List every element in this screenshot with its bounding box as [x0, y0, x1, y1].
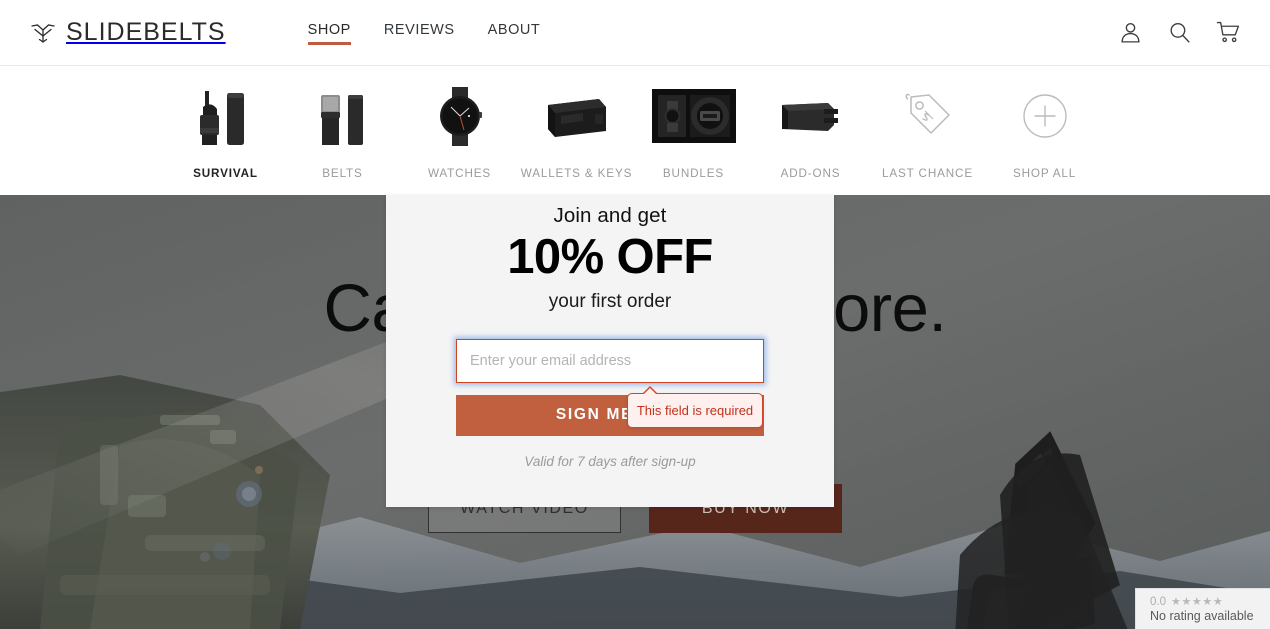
nav-item-about[interactable]: ABOUT [488, 22, 541, 44]
main-nav: SHOP REVIEWS ABOUT [307, 22, 541, 45]
brand-name: SLIDEBELTS [66, 18, 226, 46]
category-label: LAST CHANCE [882, 167, 973, 180]
category-label: SURVIVAL [193, 167, 258, 180]
email-input[interactable] [456, 338, 764, 383]
rating-status-text: No rating available [1150, 609, 1254, 623]
rating-stars-icon: ★★★★★ [1171, 596, 1224, 608]
category-bundles[interactable]: BUNDLES [635, 85, 752, 180]
site-header: SLIDEBELTS SHOP REVIEWS ABOUT [0, 0, 1270, 66]
rating-score-row: 0.0 ★★★★★ [1150, 595, 1270, 609]
category-survival[interactable]: SURVIVAL [167, 85, 284, 180]
modal-fine-print: Valid for 7 days after sign-up [524, 453, 696, 469]
nav-item-reviews[interactable]: REVIEWS [384, 22, 455, 44]
brand-logo[interactable]: SLIDEBELTS [30, 18, 226, 47]
plus-circle-icon [997, 85, 1093, 147]
rating-score: 0.0 [1150, 595, 1166, 608]
category-wallets-keys[interactable]: WALLETS & KEYS [518, 85, 635, 180]
category-label: ADD-ONS [780, 167, 841, 180]
account-icon[interactable] [1118, 20, 1143, 45]
category-label: BUNDLES [662, 167, 725, 180]
rating-widget[interactable]: 0.0 ★★★★★ No rating available [1135, 588, 1270, 629]
wallet-icon [529, 85, 625, 147]
category-last-chance[interactable]: LAST CHANCE [869, 85, 986, 180]
category-label: WALLETS & KEYS [520, 167, 633, 180]
modal-join-text: Join and get [553, 204, 667, 227]
slidebelts-crown-icon [30, 22, 56, 44]
category-watches[interactable]: WATCHES [401, 85, 518, 180]
buckle-icon [763, 85, 859, 147]
belt-icon [295, 85, 391, 147]
search-icon[interactable] [1167, 20, 1192, 45]
bundle-box-icon [646, 85, 742, 147]
category-shop-all[interactable]: SHOP ALL [986, 85, 1103, 180]
category-add-ons[interactable]: ADD-ONS [752, 85, 869, 180]
watch-icon [412, 85, 508, 147]
category-belts[interactable]: BELTS [284, 85, 401, 180]
nav-item-shop[interactable]: SHOP [307, 22, 352, 45]
category-nav: SURVIVAL BELTS WATCHES WALLETS & KEYS BU… [0, 66, 1270, 195]
price-tag-icon [880, 85, 976, 147]
validation-tooltip: This field is required [627, 386, 763, 428]
email-signup-modal: Join and get 10% OFF your first order SI… [386, 195, 834, 507]
survival-belt-icon [178, 85, 274, 147]
header-icon-group [1118, 20, 1241, 45]
email-input-wrapper [456, 338, 764, 383]
modal-offer-text: 10% OFF [507, 230, 713, 284]
category-label: WATCHES [427, 167, 492, 180]
cart-icon[interactable] [1216, 20, 1241, 45]
category-label: BELTS [322, 167, 363, 180]
category-label: SHOP ALL [1012, 167, 1077, 180]
modal-subtext: your first order [548, 290, 672, 312]
